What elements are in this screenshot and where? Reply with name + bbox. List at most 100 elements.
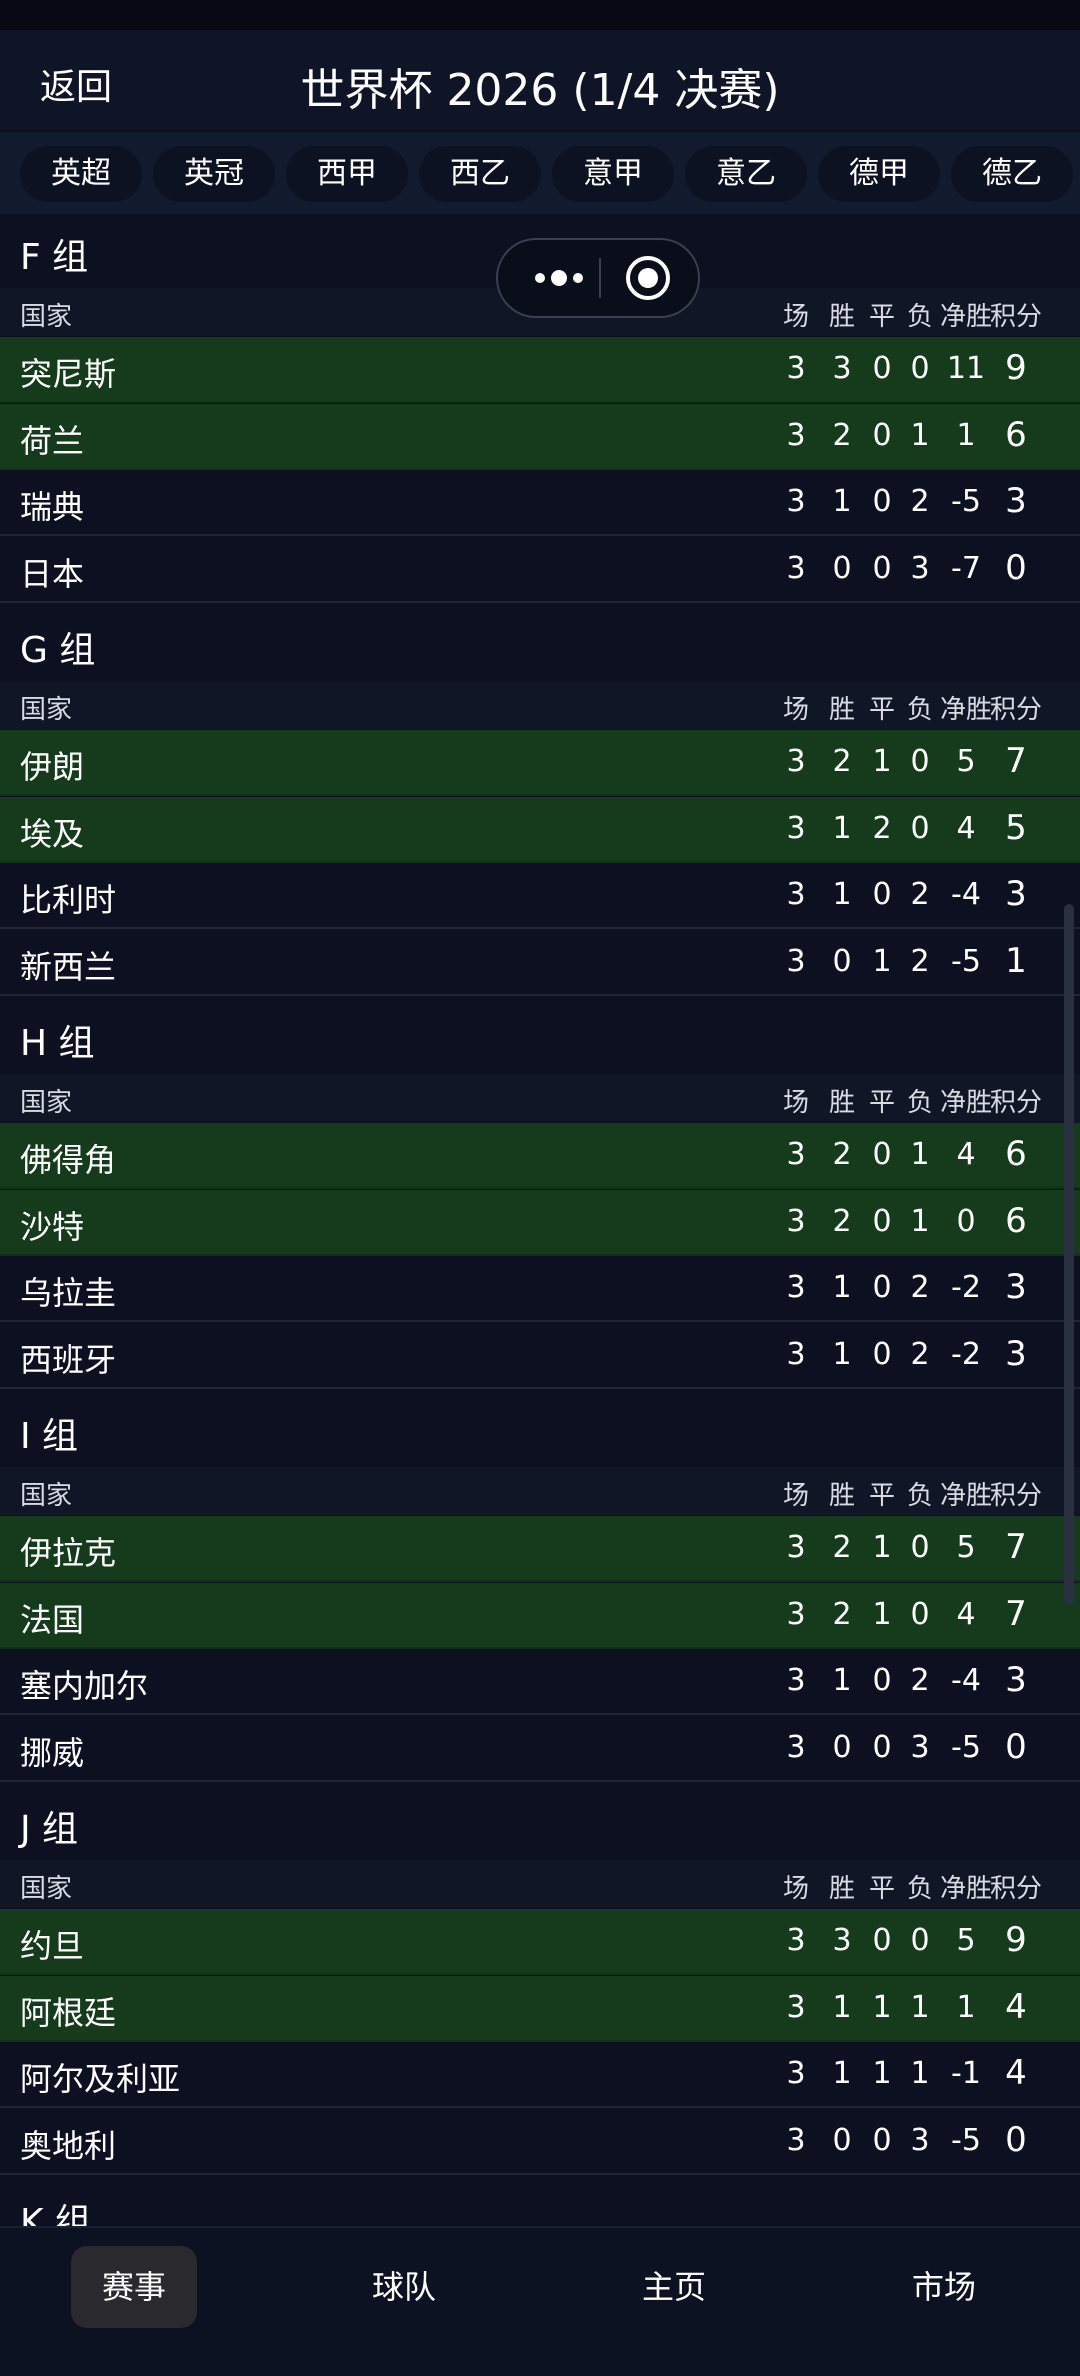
- group-header-row: 国家场胜平负净胜 积分: [0, 1074, 1080, 1122]
- header-lost: 负: [906, 302, 933, 332]
- stat-won: 2: [832, 744, 852, 779]
- team-name: 奥地利: [20, 2126, 117, 2165]
- table-row[interactable]: 新西兰 3 0 1 2 -5 1: [0, 929, 1080, 996]
- header-country: 国家: [20, 695, 73, 725]
- more-dots-icon[interactable]: [524, 240, 594, 316]
- team-name: 荷兰: [20, 421, 85, 460]
- tab-market[interactable]: 市场: [881, 2246, 1007, 2328]
- mini-program-capsule: [496, 238, 700, 318]
- table-row[interactable]: 佛得角 3 2 0 1 4 6: [0, 1123, 1080, 1189]
- table-row[interactable]: 塞内加尔 3 1 0 2 -4 3: [0, 1649, 1080, 1715]
- stat-gd: 4: [956, 1596, 976, 1632]
- stat-gd: 4: [956, 1137, 976, 1172]
- stat-pts: 5: [1005, 807, 1027, 848]
- table-row[interactable]: 荷兰 3 2 0 1 1 6: [0, 403, 1080, 470]
- team-name: 伊拉克: [20, 1534, 117, 1572]
- stat-won: 2: [832, 1203, 852, 1239]
- stat-pts: 0: [1005, 1726, 1027, 1767]
- league-tab[interactable]: 英超: [20, 146, 142, 202]
- table-row[interactable]: 奥地利 3 0 0 3 -5 0: [0, 2108, 1080, 2175]
- standings-list: F 组国家场胜平负净胜 积分 突尼斯 3 3 0 0 11 9 荷兰 3 2 0 1 1 6 瑞典 3 1 0 2 -5 3…: [0, 216, 1080, 2226]
- table-row[interactable]: 阿尔及利亚 3 1 1 1 -1 4: [0, 2042, 1080, 2108]
- stat-gd: 5: [956, 1530, 976, 1565]
- team-name: 佛得角: [20, 1141, 117, 1179]
- league-tab[interactable]: 西乙: [419, 146, 541, 202]
- stat-gd: -5: [951, 943, 981, 979]
- stat-pts: 7: [1005, 741, 1027, 781]
- league-tab[interactable]: 德乙: [951, 146, 1073, 202]
- league-tab[interactable]: 英冠: [153, 146, 275, 202]
- stat-won: 0: [832, 2122, 852, 2158]
- stat-pts: 1: [1005, 940, 1027, 981]
- team-name: 突尼斯: [20, 355, 117, 393]
- league-tab[interactable]: 德甲: [818, 146, 940, 202]
- stat-won: 1: [832, 810, 852, 846]
- league-tab[interactable]: 意乙: [685, 146, 807, 202]
- header-country: 国家: [20, 1874, 73, 1904]
- stat-played: 3: [786, 1270, 806, 1305]
- group-header-row: 国家场胜平负净胜 积分: [0, 1467, 1080, 1515]
- table-row[interactable]: 瑞典 3 1 0 2 -5 3: [0, 470, 1080, 536]
- stat-won: 1: [832, 484, 852, 519]
- stat-won: 3: [832, 351, 852, 386]
- league-tab[interactable]: 意甲: [552, 146, 674, 202]
- team-name: 沙特: [20, 1207, 85, 1246]
- stat-won: 2: [832, 1137, 852, 1172]
- table-row[interactable]: 约旦 3 3 0 0 5 9: [0, 1909, 1080, 1975]
- header: 返回 世界杯 2026 (1/4 决赛): [0, 30, 1080, 130]
- table-row[interactable]: 突尼斯 3 3 0 0 11 9: [0, 337, 1080, 403]
- table-row[interactable]: 沙特 3 2 0 1 0 6: [0, 1189, 1080, 1256]
- stat-pts: 3: [1005, 1660, 1027, 1700]
- tab-teams[interactable]: 球队: [341, 2246, 467, 2328]
- stat-won: 1: [832, 877, 852, 912]
- stat-played: 3: [786, 417, 806, 453]
- stat-gd: 5: [956, 744, 976, 779]
- stat-won: 3: [832, 1923, 852, 1958]
- header-won: 胜: [828, 302, 855, 332]
- stat-pts: 6: [1005, 1200, 1027, 1241]
- header-won: 胜: [828, 1481, 855, 1511]
- group-header-row: 国家场胜平负净胜 积分: [0, 681, 1080, 729]
- stat-gd: -5: [951, 2122, 981, 2158]
- stat-pts: 6: [1005, 1134, 1027, 1174]
- stat-played: 3: [786, 810, 806, 846]
- stat-pts: 0: [1005, 547, 1027, 588]
- header-lost: 负: [906, 695, 933, 725]
- stat-played: 3: [786, 1137, 806, 1172]
- stat-played: 3: [786, 351, 806, 386]
- header-drawn: 平: [868, 1088, 895, 1118]
- stat-gd: -4: [951, 1663, 981, 1698]
- stat-won: 0: [832, 1729, 852, 1765]
- group-title: F 组: [20, 237, 89, 278]
- stat-gd: -5: [951, 1729, 981, 1765]
- header-drawn: 平: [868, 1481, 895, 1511]
- header-country: 国家: [20, 1481, 73, 1511]
- table-row[interactable]: 法国 3 2 1 0 4 7: [0, 1582, 1080, 1649]
- stat-gd: -4: [951, 877, 981, 912]
- header-country: 国家: [20, 1088, 73, 1118]
- table-row[interactable]: 西班牙 3 1 0 2 -2 3: [0, 1322, 1080, 1389]
- tab-home[interactable]: 主页: [611, 2246, 737, 2328]
- table-row[interactable]: 阿根廷 3 1 1 1 1 4: [0, 1975, 1080, 2042]
- tab-events[interactable]: 赛事: [71, 2246, 197, 2328]
- table-row[interactable]: 挪威 3 0 0 3 -5 0: [0, 1715, 1080, 1782]
- table-row[interactable]: 日本 3 0 0 3 -7 0: [0, 536, 1080, 603]
- page-title: 世界杯 2026 (1/4 决赛): [300, 65, 780, 116]
- league-tab[interactable]: 西甲: [286, 146, 408, 202]
- target-icon[interactable]: [626, 256, 670, 300]
- stat-played: 3: [786, 1989, 806, 2025]
- table-row[interactable]: 伊朗 3 2 1 0 5 7: [0, 730, 1080, 796]
- stat-played: 3: [786, 550, 806, 586]
- stat-gd: 4: [956, 810, 976, 846]
- app-root: 返回 世界杯 2026 (1/4 决赛) 英超 英冠 西甲 西乙 意甲 意乙 德甲 德乙 F …: [0, 0, 1080, 2376]
- table-row[interactable]: 埃及 3 1 2 0 4 5: [0, 796, 1080, 863]
- table-row[interactable]: 比利时 3 1 0 2 -4 3: [0, 863, 1080, 929]
- stat-gd: -2: [951, 1336, 981, 1372]
- stat-pts: 9: [1005, 348, 1027, 388]
- group-title: J 组: [20, 1809, 79, 1850]
- table-row[interactable]: 伊拉克 3 2 1 0 5 7: [0, 1516, 1080, 1582]
- scrollbar[interactable]: [1064, 904, 1074, 1604]
- stat-pts: 3: [1005, 1333, 1027, 1374]
- table-row[interactable]: 乌拉圭 3 1 0 2 -2 3: [0, 1256, 1080, 1322]
- stat-pts: 0: [1005, 2119, 1027, 2160]
